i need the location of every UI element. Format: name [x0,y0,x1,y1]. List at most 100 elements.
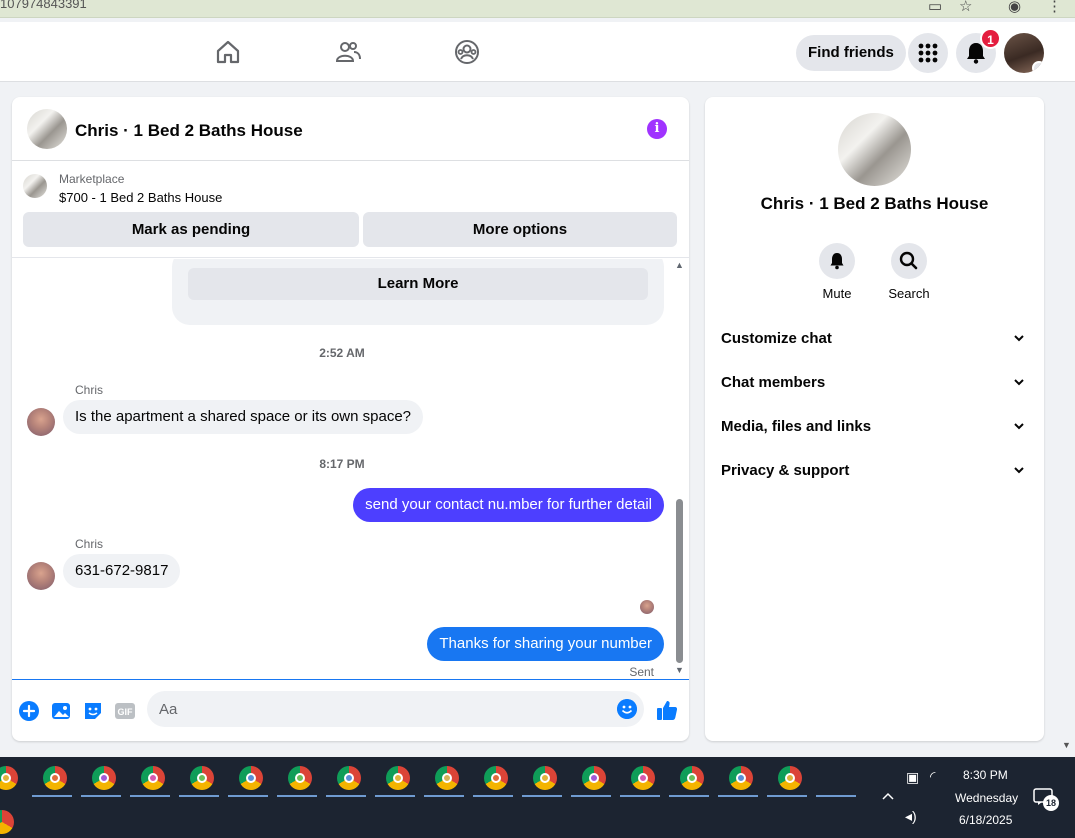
friends-icon[interactable] [334,38,362,66]
media-files-links-section[interactable]: Media, files and links [721,407,1030,447]
incoming-message[interactable]: Is the apartment a shared space or its o… [63,400,424,434]
taskbar-active-indicator [718,795,758,797]
chevron-down-icon [1014,335,1024,342]
bell-icon [830,253,844,270]
chrome-profile-icon[interactable] [435,766,459,790]
chevron-up-icon[interactable] [881,790,895,802]
clock-day[interactable]: Wednesday [955,791,1018,805]
taskbar-active-indicator [522,795,562,797]
privacy-support-section[interactable]: Privacy & support [721,451,1030,491]
learn-more-button[interactable]: Learn More [188,268,648,300]
chrome-profile-icon[interactable] [141,766,165,790]
profile-icon[interactable]: ◉ [1008,0,1021,15]
mute-label: Mute [822,286,852,301]
browser-menu-icon[interactable]: ⋮ [1047,0,1062,15]
chrome-profile-icon[interactable] [729,766,753,790]
photo-icon[interactable] [50,700,72,722]
chrome-profile-icon[interactable] [533,766,557,790]
conversation-details-panel: Chris · 1 Bed 2 Baths House Mute Search … [705,97,1044,741]
wifi-icon[interactable]: ◜ [930,768,935,785]
seen-indicator-avatar [640,600,654,614]
scroll-up-icon[interactable]: ▲ [675,260,684,270]
browser-address-bar[interactable]: 107974843391 ▭ ☆ ◉ ⋮ [0,0,1075,18]
message-scrollbar[interactable]: ▲ ▼ [673,260,685,677]
chrome-profile-icon[interactable] [582,766,606,790]
sender-avatar[interactable] [27,408,55,436]
chat-members-section[interactable]: Chat members [721,363,1030,403]
star-icon[interactable]: ☆ [959,0,972,15]
groups-icon[interactable] [453,38,481,66]
sender-name: Chris [75,383,104,397]
mark-as-pending-button[interactable]: Mark as pending [23,212,359,247]
chrome-profile-icon[interactable] [337,766,361,790]
chrome-profile-icon[interactable] [43,766,67,790]
marketplace-label: Marketplace [59,172,125,186]
message-timestamp: 8:17 PM [319,457,365,471]
scrollbar-thumb[interactable] [676,499,683,663]
meet-now-icon[interactable]: ▣ [906,769,919,786]
plus-icon[interactable] [18,700,40,722]
customize-chat-section[interactable]: Customize chat [721,319,1030,359]
emoji-icon[interactable] [617,699,637,719]
sender-avatar[interactable] [27,562,55,590]
section-label: Chat members [721,374,826,391]
clock-time[interactable]: 8:30 PM [963,768,1008,782]
taskbar-active-indicator [228,795,268,797]
outgoing-message[interactable]: Thanks for sharing your number [427,627,664,661]
outgoing-message[interactable]: send your contact nu.mber for further de… [353,488,664,522]
taskbar-active-indicator [179,795,219,797]
chrome-profile-icon[interactable] [239,766,263,790]
cast-icon[interactable]: ▭ [928,0,942,15]
taskbar-active-indicator [375,795,415,797]
chrome-profile-icon[interactable] [92,766,116,790]
scroll-down-icon[interactable]: ▼ [675,665,684,675]
chrome-profile-icon[interactable] [288,766,312,790]
search-button[interactable]: Search [879,243,939,301]
listing-avatar[interactable] [27,109,67,149]
menu-button[interactable] [908,33,948,73]
chrome-profile-icon[interactable] [190,766,214,790]
notification-badge: 1 [980,28,1001,49]
chevron-down-icon [1014,423,1024,430]
listing-thumbnail[interactable] [23,174,47,198]
account-avatar[interactable] [1004,33,1044,73]
chrome-profile-icon[interactable] [386,766,410,790]
section-label: Privacy & support [721,462,850,479]
like-icon[interactable] [655,698,679,722]
taskbar-active-indicator [424,795,464,797]
taskbar-active-indicator [669,795,709,797]
taskbar-active-indicator [620,795,660,797]
info-card: Learn More [172,259,664,325]
sticker-icon[interactable] [82,700,104,722]
home-icon[interactable] [214,38,242,66]
clock-date[interactable]: 6/18/2025 [959,813,1012,827]
info-icon[interactable]: i [647,119,667,139]
volume-icon[interactable]: ◂) [905,808,917,825]
details-title: Chris · 1 Bed 2 Baths House [760,194,989,213]
chrome-profile-icon[interactable] [631,766,655,790]
chrome-profile-icon[interactable] [484,766,508,790]
more-options-button[interactable]: More options [363,212,677,247]
taskbar-active-indicator [473,795,513,797]
section-label: Media, files and links [721,418,872,435]
message-input[interactable] [159,691,599,727]
listing-large-avatar[interactable] [838,113,911,186]
marketplace-banner: Marketplace $700 - 1 Bed 2 Baths House M… [12,162,689,258]
chevron-down-icon [1014,379,1024,386]
mute-button[interactable]: Mute [807,243,867,301]
chat-window: Chris · 1 Bed 2 Baths House i Marketplac… [12,97,689,741]
chat-header: Chris · 1 Bed 2 Baths House i [12,97,689,161]
message-list[interactable]: Learn More 2:52 AM Chris Is the apartmen… [12,259,689,679]
incoming-message[interactable]: 631-672-9817 [63,554,181,588]
find-friends-button[interactable]: Find friends [796,35,906,71]
listing-title[interactable]: $700 - 1 Bed 2 Baths House [59,190,222,205]
chrome-profile-icon[interactable] [778,766,802,790]
chat-title[interactable]: Chris · 1 Bed 2 Baths House [75,121,303,141]
taskbar-active-indicator [277,795,317,797]
app-grid-icon [918,43,938,63]
chrome-profile-icon[interactable] [680,766,704,790]
gif-icon[interactable]: GIF [114,700,136,722]
taskbar-active-indicator [81,795,121,797]
message-input-wrapper [147,691,644,727]
page-scroll-down-icon[interactable]: ▼ [1062,740,1071,750]
